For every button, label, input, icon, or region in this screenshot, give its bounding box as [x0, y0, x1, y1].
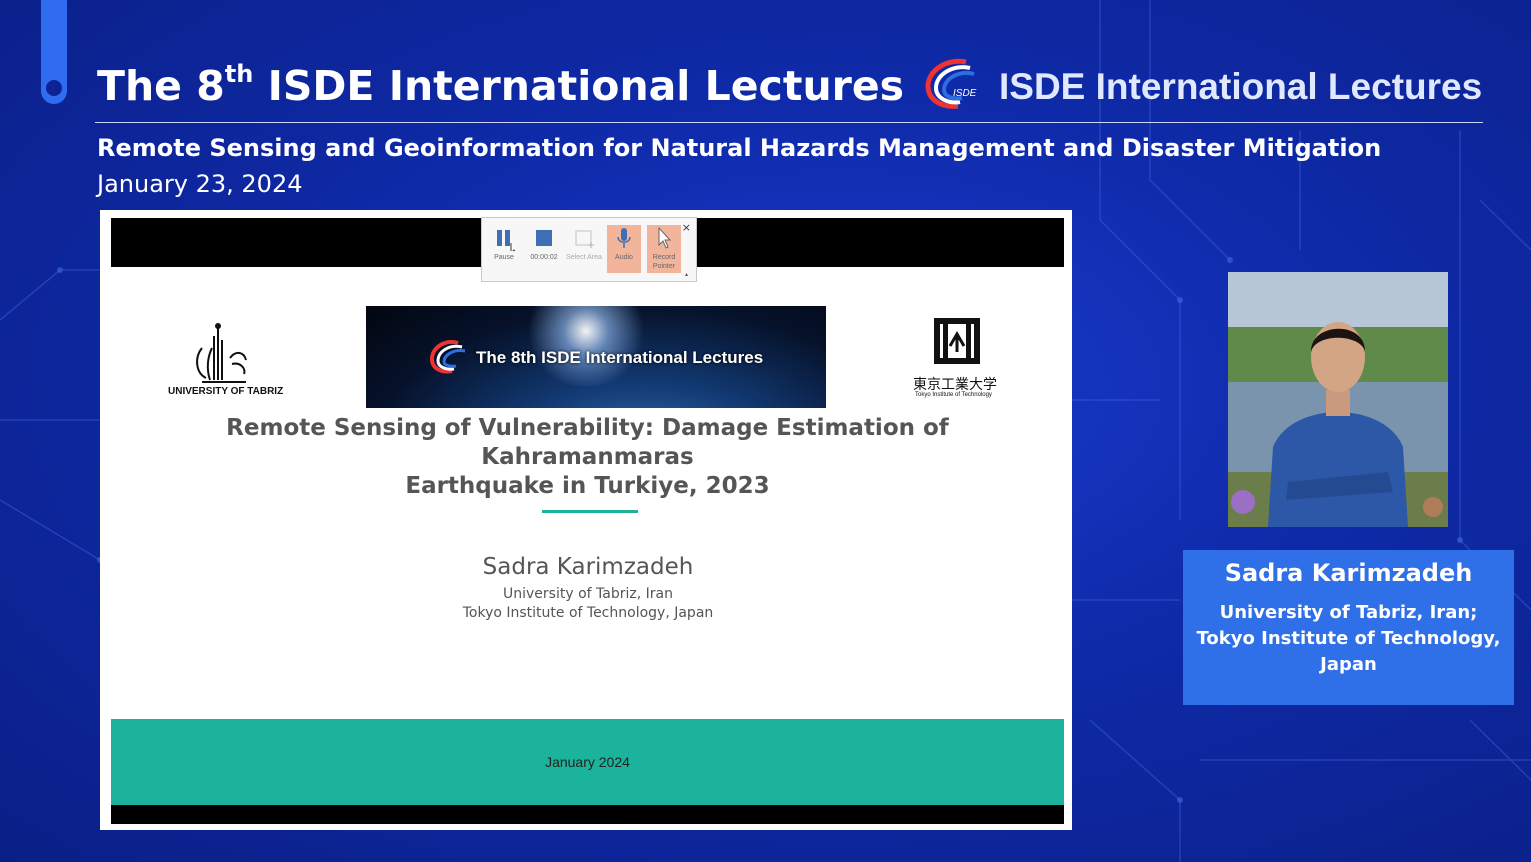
record-pointer-button[interactable]: Record Pointer	[647, 225, 681, 273]
lecture-title: The 8th ISDE International Lectures	[97, 60, 905, 110]
slide-title-line1: Remote Sensing of Vulnerability: Damage …	[226, 415, 949, 470]
record-pointer-label: Record Pointer	[652, 254, 676, 270]
header-divider	[95, 122, 1483, 123]
slide-affiliation-line2: Tokyo Institute of Technology, Japan	[462, 605, 714, 621]
select-area-icon	[575, 230, 594, 248]
speaker-affiliation-line1: University of Tabriz, Iran;	[1219, 602, 1478, 623]
speaker-name: Sadra Karimzadeh	[1224, 559, 1473, 587]
slide-footer: January 2024	[111, 719, 1064, 805]
close-icon[interactable]: ×	[682, 221, 691, 234]
slide-bottom-bar	[111, 805, 1064, 824]
slide-title-line2: Earthquake in Turkiye, 2023	[405, 473, 770, 499]
slide-affiliation-line1: University of Tabriz, Iran	[503, 586, 673, 602]
slide-affiliation: University of Tabriz, Iran Tokyo Institu…	[100, 585, 1076, 623]
isde-banner-logo-icon	[429, 340, 466, 374]
microphone-icon	[617, 228, 631, 248]
isde-logo-icon: ISDE	[925, 58, 977, 109]
audio-button[interactable]: Audio	[607, 225, 641, 273]
speaker-affiliation: University of Tabriz, Iran; Tokyo Instit…	[1183, 600, 1514, 678]
slide-title: Remote Sensing of Vulnerability: Damage …	[140, 414, 1035, 501]
speaker-photo	[1228, 272, 1448, 527]
speaker-affiliation-line3: Japan	[1320, 654, 1377, 675]
pause-button[interactable]: Pause	[487, 225, 521, 273]
banner-title: The 8th ISDE International Lectures	[476, 348, 764, 367]
slide-author: Sadra Karimzadeh	[482, 554, 694, 580]
accent-dot	[46, 80, 62, 96]
series-subtitle: Remote Sensing and Geoinformation for Na…	[97, 134, 1382, 162]
lecture-banner: The 8th ISDE International Lectures	[366, 306, 826, 408]
select-area-button[interactable]: Select Area	[566, 225, 602, 273]
stop-icon	[536, 230, 552, 246]
pause-icon	[497, 230, 516, 251]
tokyo-tech-logo-icon	[934, 318, 980, 364]
pointer-icon	[658, 226, 672, 249]
earth-glow	[516, 306, 656, 386]
tokyo-tech-en-label: Tokyo Institute of Technology	[915, 392, 992, 398]
tabriz-label: UNIVERSITY OF TABRIZ	[168, 386, 284, 397]
speaker-card: Sadra Karimzadeh University of Tabriz, I…	[1183, 550, 1514, 705]
slide-footer-date: January 2024	[545, 754, 630, 770]
title-underline	[542, 510, 638, 513]
presentation-slide: UNIVERSITY OF TABRIZ The 8th ISDE Intern…	[100, 210, 1072, 830]
lecture-date: January 23, 2024	[97, 170, 303, 198]
svg-text:ISDE: ISDE	[953, 88, 977, 99]
stop-button[interactable]: 00:00:02	[527, 225, 561, 273]
brand-name: ISDE International Lectures	[999, 66, 1483, 107]
tokyo-tech-jp-label: 東京工業大学	[913, 377, 997, 393]
speaker-affiliation-line2: Tokyo Institute of Technology,	[1196, 628, 1501, 649]
toolbar-grip-icon[interactable]: ▴	[685, 271, 688, 278]
recording-toolbar: Pause 00:00:02 Select Area Audio Record …	[481, 217, 697, 282]
